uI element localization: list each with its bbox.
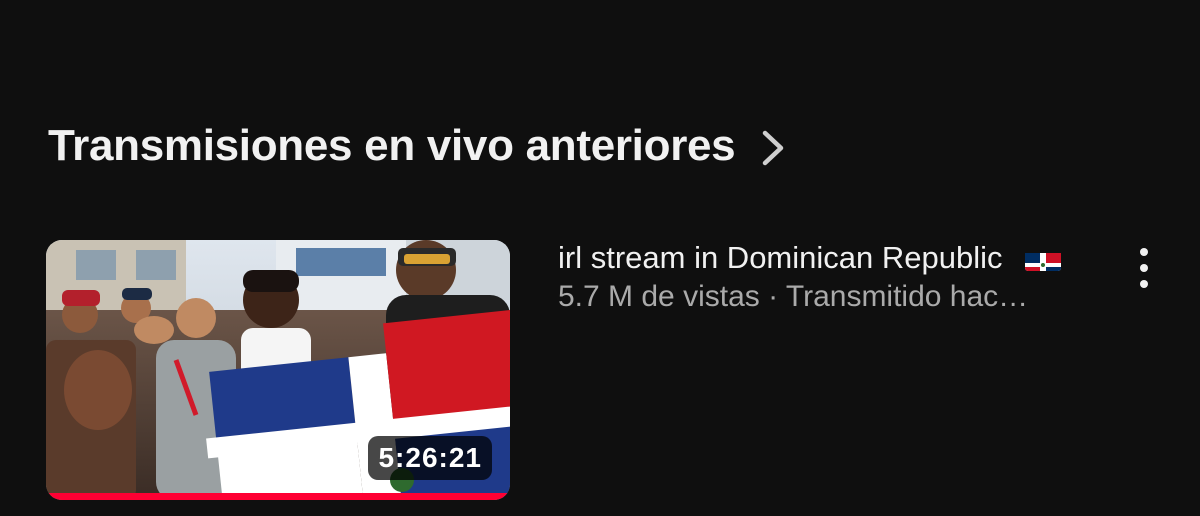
video-title[interactable]: irl stream in Dominican Republic (558, 238, 1118, 278)
more-vertical-icon[interactable] (1130, 248, 1158, 288)
video-duration: 5:26:21 (368, 436, 492, 480)
video-item[interactable]: 5:26:21 irl stream in Dominican Republic… (46, 240, 1166, 502)
section-title[interactable]: Transmisiones en vivo anteriores (48, 118, 736, 174)
video-metadata: 5.7 M de vistas · Transmitido hac… (558, 280, 1029, 313)
video-title-text[interactable]: irl stream in Dominican Republic (558, 240, 1003, 275)
video-thumbnail[interactable]: 5:26:21 (46, 240, 510, 500)
dominican-republic-flag-icon (1024, 247, 1061, 271)
video-info[interactable]: irl stream in Dominican Republic 5.7 M d… (558, 240, 1118, 316)
section-header[interactable]: Transmisiones en vivo anteriores (48, 118, 787, 174)
watch-progress-fill (46, 493, 510, 500)
page: Transmisiones en vivo anteriores 5:26:21… (0, 0, 1200, 516)
more-dot (1140, 248, 1148, 256)
more-dot (1140, 264, 1148, 272)
chevron-right-icon[interactable] (759, 128, 787, 168)
more-dot (1140, 280, 1148, 288)
watch-progress-bar (46, 493, 510, 500)
